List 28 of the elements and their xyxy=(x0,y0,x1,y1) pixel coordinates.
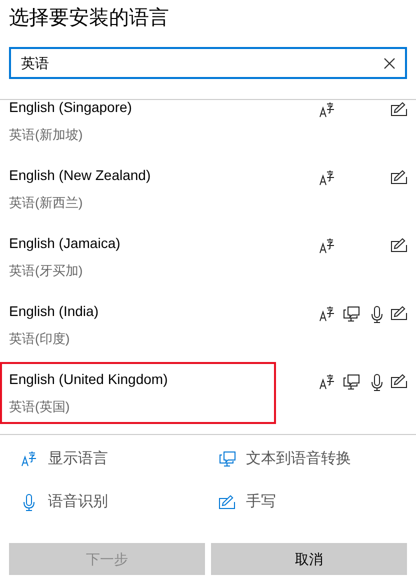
search-text: 英语 xyxy=(21,54,50,72)
language-name: English (United Kingdom) xyxy=(9,370,169,388)
language-name: English (Jamaica) xyxy=(9,234,122,252)
language-row[interactable]: English (India) 英语(印度) xyxy=(0,294,276,356)
clear-icon[interactable] xyxy=(384,58,395,68)
language-native-name: 英语(新加坡) xyxy=(9,126,84,144)
microphone-icon xyxy=(23,494,35,510)
language-name: English (Singapore) xyxy=(9,100,133,116)
language-row[interactable]: English (Jamaica) 英语(牙买加) xyxy=(0,226,276,288)
language-native-name: 英语(新西兰) xyxy=(9,194,84,212)
search-field[interactable]: 英语 xyxy=(9,47,407,79)
language-name: English (New Zealand) xyxy=(9,166,152,184)
monitor-speech-icon xyxy=(218,451,236,467)
pen-icon xyxy=(218,495,236,509)
language-native-name: 英语(牙买加) xyxy=(9,262,84,280)
legend-label: 手写 xyxy=(246,492,276,512)
cancel-button[interactable]: 取消 xyxy=(211,543,407,575)
language-name: English (India) xyxy=(9,302,100,320)
legend-label: 语音识别 xyxy=(48,492,108,512)
legend-label: 显示语言 xyxy=(48,448,108,469)
language-native-name: 英语(印度) xyxy=(9,330,71,348)
font-icon xyxy=(21,451,37,467)
dialog-title: 选择要安装的语言 xyxy=(9,6,169,31)
language-row[interactable]: English (Singapore) 英语(新加坡) xyxy=(0,100,276,152)
language-row[interactable]: English (New Zealand) 英语(新西兰) xyxy=(0,158,276,220)
legend-label: 文本到语音转换 xyxy=(246,448,351,469)
language-row[interactable]: English (United Kingdom) 英语(英国) xyxy=(0,362,276,424)
language-native-name: 英语(英国) xyxy=(9,398,71,416)
